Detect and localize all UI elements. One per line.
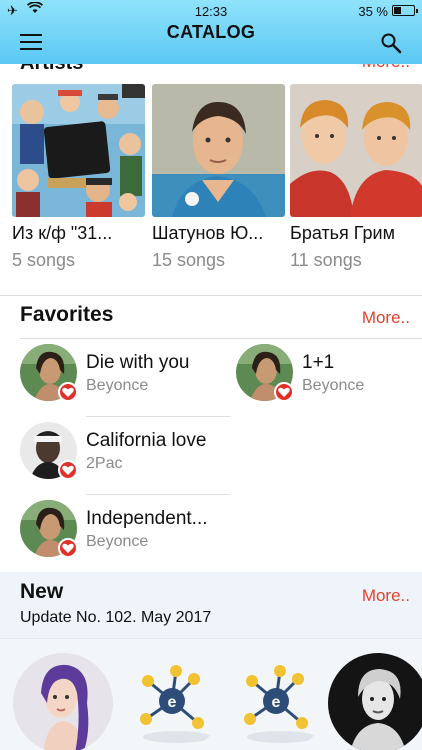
- artist-image: [290, 84, 422, 217]
- artists-carousel[interactable]: Из к/ф "31... 5 songs Шатунов Ю... 15 so…: [12, 84, 422, 274]
- song-title: 1+1: [302, 352, 335, 373]
- heart-icon[interactable]: [58, 382, 78, 402]
- favorite-song-item[interactable]: California love 2Pac: [20, 422, 230, 492]
- heart-icon[interactable]: [58, 538, 78, 558]
- song-artist: Beyonce: [302, 377, 365, 394]
- favorite-song-item[interactable]: 1+1 Beyonce: [236, 344, 422, 414]
- artist-name: Из к/ф "31...: [12, 223, 113, 243]
- artist-song-count: 11 songs: [290, 250, 362, 270]
- heart-icon[interactable]: [274, 382, 294, 402]
- app-header: ✈ 12:33 35 % CATALOG: [0, 0, 422, 64]
- new-section-subtitle: Update No. 102. May 2017: [20, 609, 212, 626]
- artist-song-count: 15 songs: [152, 250, 226, 270]
- new-artist-item[interactable]: e: [226, 653, 326, 750]
- song-artist: Beyonce: [86, 533, 149, 550]
- artist-card[interactable]: Братья Грим 11 songs: [290, 84, 422, 271]
- new-items-carousel[interactable]: e e: [0, 638, 422, 750]
- row-divider: [86, 494, 230, 495]
- section-divider: [20, 338, 422, 339]
- favorites-more-link[interactable]: More..: [362, 308, 410, 328]
- song-artist: Beyonce: [86, 377, 149, 394]
- favorite-song-item[interactable]: Die with you Beyonce: [20, 344, 230, 414]
- artist-name: Шатунов Ю...: [152, 223, 264, 243]
- artist-song-count: 5 songs: [12, 250, 76, 270]
- page-title: CATALOG: [166, 22, 256, 42]
- song-title: Independent...: [86, 508, 208, 529]
- hamburger-menu-icon[interactable]: [20, 34, 44, 50]
- new-artist-item[interactable]: e: [122, 653, 222, 750]
- new-more-link[interactable]: More..: [362, 586, 410, 606]
- song-title: Die with you: [86, 352, 190, 373]
- new-artist-item[interactable]: [13, 653, 113, 750]
- new-section-title: New: [20, 580, 64, 603]
- section-divider: [0, 295, 422, 296]
- song-title: California love: [86, 430, 207, 451]
- search-icon[interactable]: [380, 32, 402, 54]
- battery-icon: [392, 5, 418, 16]
- battery-percent: 35 %: [358, 4, 388, 19]
- artist-name: Братья Грим: [290, 223, 395, 243]
- row-divider: [86, 416, 230, 417]
- new-section: New Update No. 102. May 2017 More.. e e: [0, 572, 422, 750]
- heart-icon[interactable]: [58, 460, 78, 480]
- artist-card[interactable]: Из к/ф "31... 5 songs: [12, 84, 145, 271]
- favorite-song-item[interactable]: Independent... Beyonce: [20, 500, 230, 570]
- svg-text:e: e: [272, 694, 281, 711]
- status-bar: ✈ 12:33 35 %: [0, 0, 422, 22]
- artist-card[interactable]: Шатунов Ю... 15 songs: [152, 84, 285, 271]
- favorites-section-title: Favorites: [20, 303, 114, 326]
- artist-image: [152, 84, 285, 217]
- svg-text:e: e: [168, 694, 177, 711]
- artist-image: [12, 84, 145, 217]
- song-artist: 2Pac: [86, 455, 123, 472]
- new-artist-item[interactable]: [328, 653, 422, 750]
